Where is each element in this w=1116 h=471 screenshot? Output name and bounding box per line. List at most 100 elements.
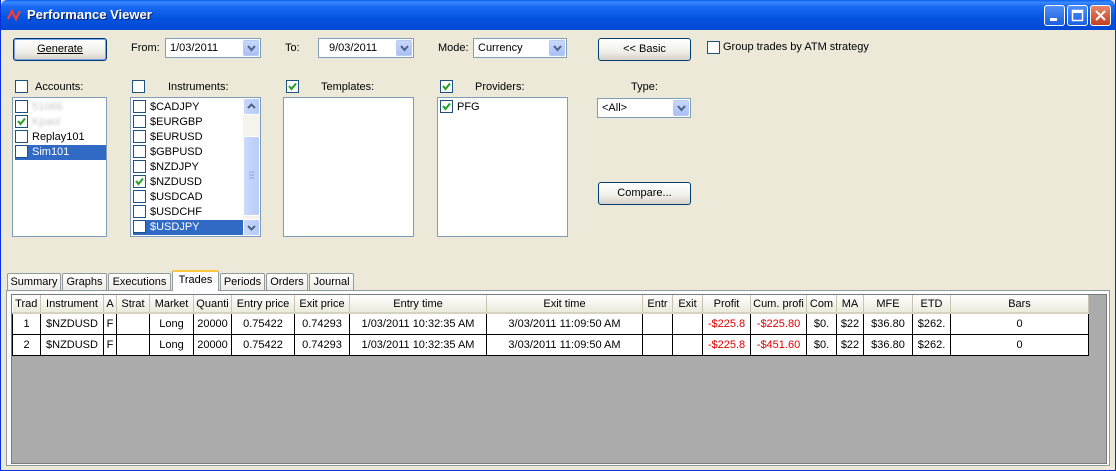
instrument-checkbox[interactable] [133, 159, 146, 173]
trades-panel: Trad Instrument A Strat Market Quanti Entry pr… [6, 290, 1110, 466]
list-item[interactable]: $GBPUSD [133, 144, 203, 160]
tab-executions[interactable]: Executions [108, 273, 171, 290]
instrument-checkbox[interactable] [133, 219, 146, 233]
instrument-checkbox[interactable] [133, 189, 146, 203]
accounts-all-checkbox[interactable] [15, 80, 28, 93]
from-date-dropdown[interactable] [243, 40, 259, 56]
list-item[interactable]: Kpaol [15, 114, 104, 130]
tab-orders[interactable]: Orders [266, 273, 308, 290]
accounts-list[interactable]: 51066 Kpaol Replay101 Sim101 [12, 97, 107, 237]
tab-graphs[interactable]: Graphs [62, 273, 107, 290]
table-row[interactable]: 2 $NZDUSD F Long 20000 0.75422 0.74293 1/03/201… [12, 333, 1089, 356]
trades-grid[interactable]: Trad Instrument A Strat Market Quanti Entry pr… [11, 294, 1107, 464]
tab-summary[interactable]: Summary [7, 273, 61, 290]
table-row[interactable]: 1 $NZDUSD F Long 20000 0.75422 0.74293 1/03/201… [12, 312, 1089, 335]
table-cell: -$225.8 [702, 333, 751, 356]
column-header[interactable]: MA [836, 295, 864, 314]
basic-button[interactable]: << Basic [598, 38, 691, 61]
column-header[interactable]: Entry price [231, 295, 295, 314]
column-header[interactable]: Profit [702, 295, 751, 314]
grid-header-row: Trad Instrument A Strat Market Quanti Entry pr… [12, 295, 1089, 314]
instrument-checkbox[interactable] [133, 129, 146, 143]
column-header[interactable]: Com [806, 295, 837, 314]
from-label: From: [131, 42, 160, 54]
column-header[interactable]: Instrument [40, 295, 104, 314]
to-date-picker[interactable]: 9/03/2011 [318, 38, 414, 58]
column-header[interactable]: MFE [863, 295, 913, 314]
list-item[interactable]: Sim101 [15, 144, 106, 160]
list-item[interactable]: $NZDJPY [133, 159, 199, 175]
instrument-checkbox[interactable] [133, 204, 146, 218]
instrument-label: $USDJPY [150, 221, 200, 233]
instruments-scrollbar[interactable] [243, 98, 260, 236]
account-checkbox[interactable] [15, 129, 28, 143]
mode-select[interactable]: Currency [473, 38, 567, 58]
instrument-checkbox[interactable] [133, 114, 146, 128]
providers-list[interactable]: PFG [437, 97, 568, 237]
list-item[interactable]: $NZDUSD [133, 174, 202, 190]
templates-all-checkbox[interactable] [286, 80, 299, 93]
table-cell: 0 [950, 312, 1089, 335]
scroll-thumb[interactable] [243, 136, 260, 216]
column-header[interactable]: Exit time [486, 295, 643, 314]
table-cell: $262. [912, 333, 951, 356]
list-item[interactable]: $USDCHF [133, 204, 202, 220]
checkmark-icon [442, 102, 451, 111]
list-item[interactable]: $EURGBP [133, 114, 203, 130]
column-header[interactable]: A [103, 295, 117, 314]
type-select[interactable]: <All> [597, 98, 691, 118]
provider-checkbox[interactable] [440, 99, 453, 113]
tab-periods[interactable]: Periods [220, 273, 265, 290]
instrument-checkbox[interactable] [133, 144, 146, 158]
close-button[interactable] [1090, 5, 1111, 26]
list-item[interactable]: Replay101 [15, 129, 104, 145]
account-checkbox[interactable] [15, 114, 28, 128]
group-trades-label: Group trades by ATM strategy [723, 41, 869, 53]
instruments-list[interactable]: $CADJPY $EURGBP $EURUSD $GBPUSD $NZDJPY … [130, 97, 261, 237]
generate-button[interactable]: Generate [13, 38, 107, 61]
account-label: 51066 [32, 101, 63, 113]
table-cell: $22 [836, 312, 864, 335]
tab-trades[interactable]: Trades [172, 270, 219, 291]
list-item[interactable]: $USDJPY [133, 219, 243, 235]
mode-dropdown[interactable] [549, 40, 565, 56]
column-header[interactable]: Trad [12, 295, 41, 314]
to-date-dropdown[interactable] [396, 40, 412, 56]
maximize-button[interactable] [1067, 5, 1088, 26]
list-item[interactable]: PFG [440, 99, 480, 115]
account-checkbox[interactable] [15, 99, 28, 113]
scroll-down-button[interactable] [243, 219, 260, 236]
list-item[interactable]: 51066 [15, 99, 104, 115]
column-header[interactable]: ETD [912, 295, 951, 314]
table-cell [116, 312, 150, 335]
instrument-checkbox[interactable] [133, 174, 146, 188]
compare-button[interactable]: Compare... [598, 182, 691, 205]
scroll-up-button[interactable] [243, 98, 260, 115]
column-header[interactable]: Strat [116, 295, 150, 314]
column-header[interactable]: Bars [950, 295, 1089, 314]
column-header[interactable]: Entr [642, 295, 673, 314]
providers-all-checkbox[interactable] [440, 80, 453, 93]
table-cell: $262. [912, 312, 951, 335]
tab-journal[interactable]: Journal [309, 273, 354, 290]
from-date-picker[interactable]: 1/03/2011 [165, 38, 261, 58]
type-dropdown[interactable] [673, 100, 689, 116]
group-trades-checkbox[interactable] [707, 41, 720, 54]
column-header[interactable]: Exit [672, 295, 703, 314]
instruments-all-checkbox[interactable] [132, 80, 145, 93]
account-checkbox[interactable] [15, 144, 28, 158]
column-header[interactable]: Cum. profi [750, 295, 807, 314]
instrument-checkbox[interactable] [133, 99, 146, 113]
column-header[interactable]: Market [149, 295, 194, 314]
column-header[interactable]: Entry time [349, 295, 487, 314]
column-header[interactable]: Quanti [193, 295, 232, 314]
table-cell: $0. [806, 333, 837, 356]
title-bar[interactable]: Performance Viewer [1, 0, 1115, 30]
list-item[interactable]: $USDCAD [133, 189, 203, 205]
list-item[interactable]: $EURUSD [133, 129, 203, 145]
minimize-button[interactable] [1044, 5, 1065, 26]
column-header[interactable]: Exit price [294, 295, 350, 314]
templates-list[interactable] [283, 97, 414, 237]
table-cell: F [103, 312, 117, 335]
list-item[interactable]: $CADJPY [133, 99, 200, 115]
